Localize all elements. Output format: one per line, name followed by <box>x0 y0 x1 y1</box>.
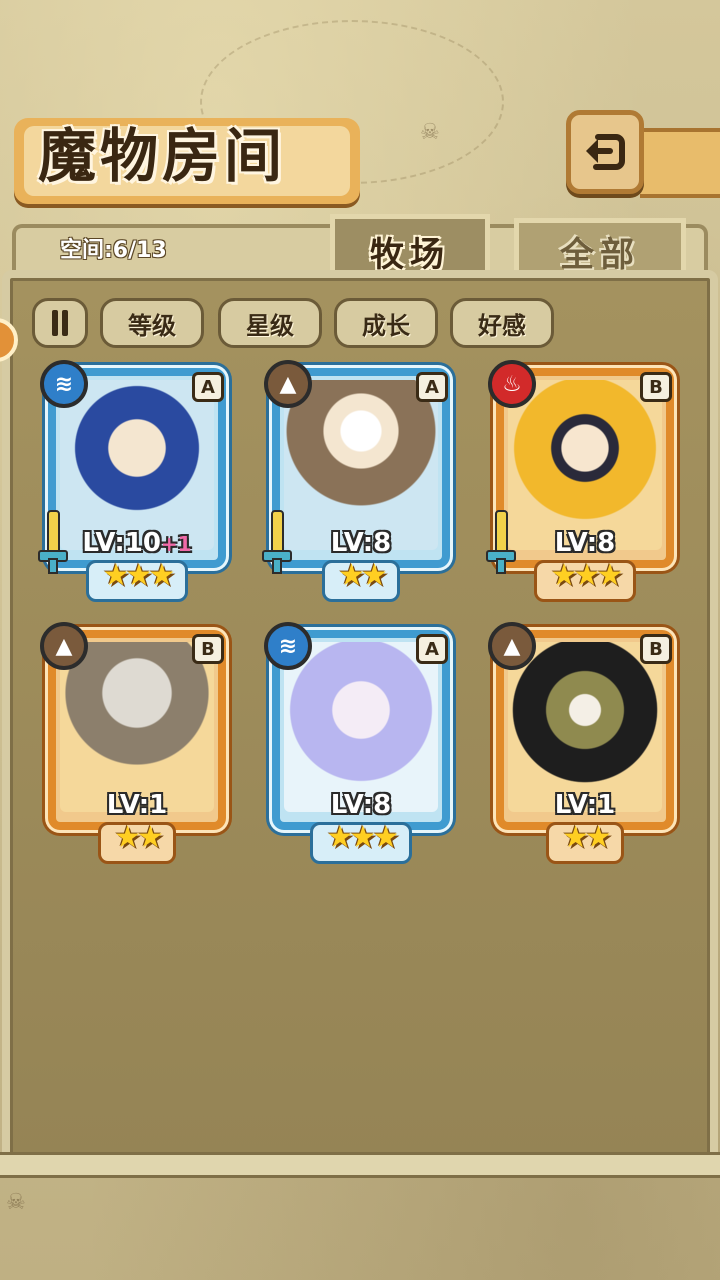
grade-badge: A <box>192 372 224 402</box>
monster-level: LV:8 <box>330 790 392 820</box>
monster-card[interactable]: ▲ B LV:1 ★★ <box>40 622 232 864</box>
monster-card[interactable]: ♨ B LV:8 ★★★ <box>486 360 680 602</box>
monster-level: LV:8 <box>554 528 616 558</box>
star-rating: ★★★ <box>102 558 176 593</box>
star-rating: ★★ <box>562 820 612 855</box>
monster-portrait <box>60 380 214 550</box>
sort-order-toggle[interactable] <box>32 298 88 348</box>
water-element-icon: ≋ <box>264 622 312 670</box>
monster-level: LV:10+1 <box>82 528 192 558</box>
star-rating: ★★★ <box>550 558 624 593</box>
monster-portrait <box>284 380 438 550</box>
skull-icon: ☠ <box>6 1190 26 1215</box>
monster-card[interactable]: ≋ A LV:8 ★★★ <box>264 622 456 864</box>
star-rating: ★★ <box>114 820 164 855</box>
page-title: 魔物房间 <box>38 122 287 190</box>
sort-level-button[interactable]: 等级 <box>100 298 204 348</box>
grade-badge: B <box>192 634 224 664</box>
space-counter: 空间:6/13 <box>60 238 167 263</box>
back-button[interactable] <box>566 110 644 194</box>
grade-badge: A <box>416 372 448 402</box>
monster-portrait <box>284 642 438 812</box>
monster-level: LV:1 <box>554 790 616 820</box>
panel-bottom-strip <box>0 1152 720 1178</box>
monster-card[interactable]: ▲ B LV:1 ★★ <box>488 622 680 864</box>
monster-portrait <box>508 380 662 550</box>
earth-element-icon: ▲ <box>40 622 88 670</box>
monster-portrait <box>508 642 662 812</box>
earth-element-icon: ▲ <box>264 360 312 408</box>
fire-element-icon: ♨ <box>488 360 536 408</box>
star-rating: ★★ <box>338 558 388 593</box>
water-element-icon: ≋ <box>40 360 88 408</box>
monster-level: LV:1 <box>106 790 168 820</box>
monster-portrait <box>60 642 214 812</box>
monster-card[interactable]: ≋ A LV:10+1 ★★★ <box>38 360 232 602</box>
skull-icon: ☠ <box>420 120 440 145</box>
grade-badge: B <box>640 634 672 664</box>
earth-element-icon: ▲ <box>488 622 536 670</box>
monster-level: LV:8 <box>330 528 392 558</box>
sort-growth-button[interactable]: 成长 <box>334 298 438 348</box>
sort-affection-button[interactable]: 好感 <box>450 298 554 348</box>
star-rating: ★★★ <box>326 820 400 855</box>
grade-badge: B <box>640 372 672 402</box>
grade-badge: A <box>416 634 448 664</box>
back-arrow-icon <box>586 134 625 170</box>
back-tab <box>640 128 720 198</box>
sort-star-button[interactable]: 星级 <box>218 298 322 348</box>
level-bonus: +1 <box>160 532 192 556</box>
monster-card[interactable]: ▲ A LV:8 ★★ <box>262 360 456 602</box>
